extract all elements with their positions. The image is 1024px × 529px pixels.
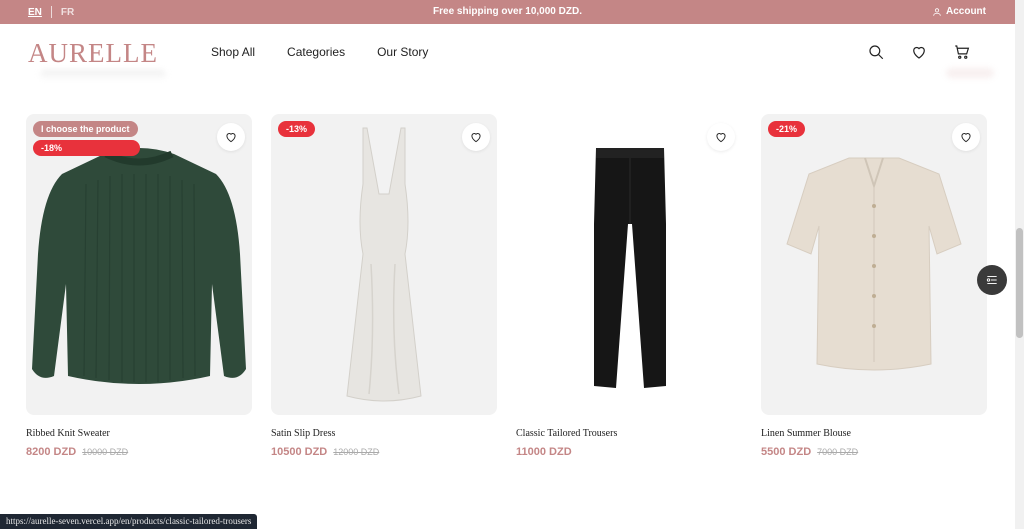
product-price: 8200 DZD [26,446,77,458]
discount-badge: -21% [768,121,806,137]
announcement-bar: EN FR Free shipping over 10,000 DZD. Acc… [0,0,1015,24]
wishlist-heart-icon[interactable] [910,43,928,61]
blouse-image [786,157,962,371]
dress-image [346,127,422,402]
header-shadow [40,70,166,80]
product-old-price: 12000 DZD [333,447,380,457]
nav-shop-all[interactable]: Shop All [211,45,255,59]
main-nav: Shop All Categories Our Story [211,45,428,59]
product-name[interactable]: Ribbed Knit Sweater [26,428,252,439]
header-shadow-right [946,68,994,78]
product-card[interactable]: Classic Tailored Trousers 11000 DZD [516,114,742,458]
product-prices: 5500 DZD 7000 DZD [761,446,987,458]
cart-icon[interactable] [953,43,971,61]
product-old-price: 7000 DZD [817,447,859,457]
product-price: 11000 DZD [516,446,572,458]
nav-categories[interactable]: Categories [287,45,345,59]
product-grid: I choose the product -18% Ribbed Knit Sw… [26,114,987,458]
product-name[interactable]: Satin Slip Dress [271,428,497,439]
product-prices: 8200 DZD 10000 DZD [26,446,252,458]
heart-icon [471,133,481,143]
filter-fab-button[interactable] [977,265,1007,295]
product-image[interactable]: -21% [761,114,987,415]
product-old-price: 10000 DZD [82,447,129,457]
discount-badge: -18% [33,140,140,156]
product-image[interactable]: -13% [271,114,497,415]
product-image[interactable] [516,114,742,415]
heart-icon [961,133,971,143]
account-label: Account [946,6,986,17]
choose-badge: I choose the product [33,121,138,137]
product-image[interactable]: I choose the product -18% [26,114,252,415]
product-name[interactable]: Linen Summer Blouse [761,428,987,439]
product-prices: 10500 DZD 12000 DZD [271,446,497,458]
user-icon [933,7,941,16]
link-preview-status: https://aurelle-seven.vercel.app/en/prod… [0,514,258,529]
header-actions [867,43,971,61]
product-card[interactable]: I choose the product -18% Ribbed Knit Sw… [26,114,252,458]
product-card[interactable]: -21% Linen Summer Blouse 5500 DZD 7000 D… [761,114,987,458]
discount-badge: -13% [278,121,316,137]
wishlist-button[interactable] [707,123,735,151]
wishlist-button[interactable] [952,123,980,151]
heart-icon [226,133,236,143]
product-price: 5500 DZD [761,446,812,458]
heart-icon [716,133,726,143]
sweater-image [32,148,246,384]
product-prices: 11000 DZD [516,446,742,458]
brand-logo[interactable]: AURELLE [28,38,158,69]
promo-text: Free shipping over 10,000 DZD. [433,6,582,17]
account-link[interactable]: Account [932,6,986,17]
product-name[interactable]: Classic Tailored Trousers [516,428,742,439]
product-card[interactable]: -13% Satin Slip Dress 10500 DZD 12000 DZ… [271,114,497,458]
trousers-image [594,148,666,388]
filter-icon [986,276,997,284]
nav-our-story[interactable]: Our Story [377,45,428,59]
product-price: 10500 DZD [271,446,328,458]
wishlist-button[interactable] [462,123,490,151]
search-icon[interactable] [867,43,885,61]
wishlist-button[interactable] [217,123,245,151]
scrollbar-thumb[interactable] [1016,228,1023,338]
